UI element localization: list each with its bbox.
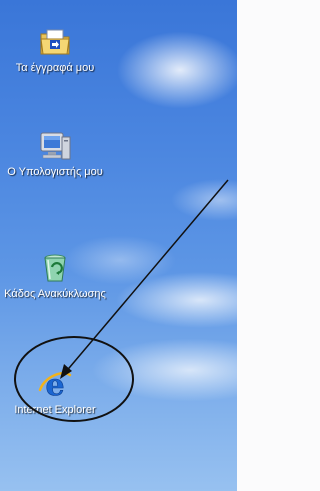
- highlight-circle: [14, 336, 134, 422]
- desktop-icon-label: Ο Υπολογιστής μου: [7, 166, 103, 178]
- desktop-icon-label: Κάδος Ανακύκλωσης: [4, 288, 106, 300]
- right-margin: [237, 0, 252, 491]
- desktop-icon-label: Τα έγγραφά μου: [15, 62, 95, 74]
- my-computer-icon: [37, 128, 73, 164]
- desktop-icon-my-computer[interactable]: Ο Υπολογιστής μου: [0, 128, 110, 179]
- desktop-icon-my-documents[interactable]: Τα έγγραφά μου: [0, 24, 110, 75]
- desktop-background: Τα έγγραφά μου Ο Υπολογιστής μου Κάδος Α…: [0, 0, 237, 491]
- recycle-bin-icon: [37, 250, 73, 286]
- my-documents-icon: [37, 24, 73, 60]
- desktop-icon-recycle-bin[interactable]: Κάδος Ανακύκλωσης: [0, 250, 110, 301]
